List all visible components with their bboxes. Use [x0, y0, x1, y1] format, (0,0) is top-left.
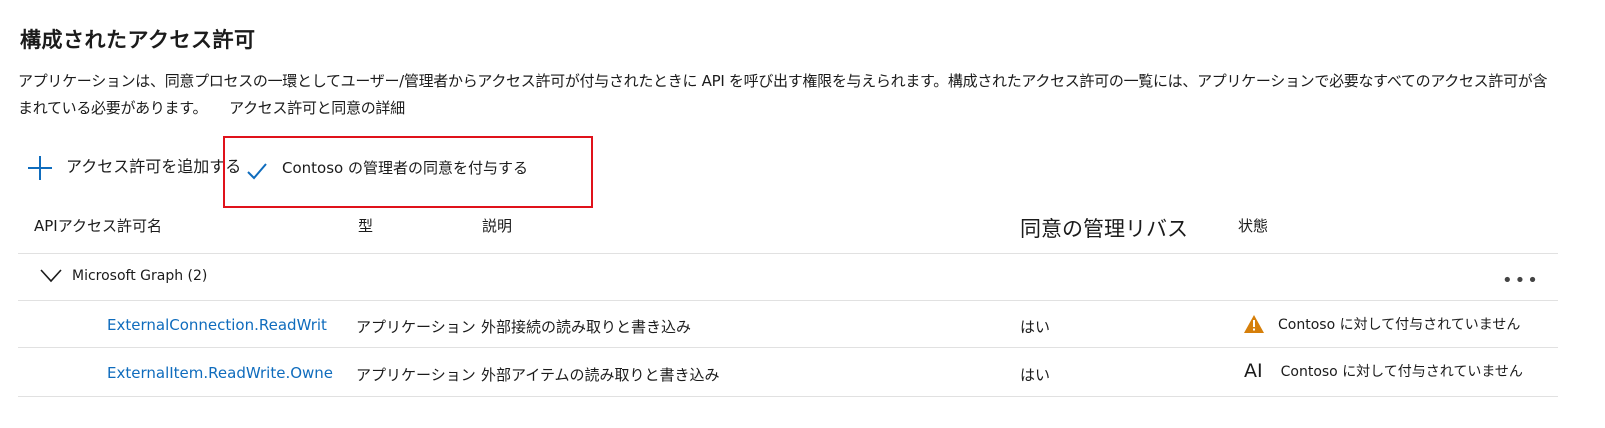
add-permission-button[interactable]: アクセス許可を追加する — [28, 150, 241, 180]
permission-name-link[interactable]: ExternalItem.ReadWrite.Owne — [107, 364, 345, 382]
group-row-microsoft-graph[interactable]: Microsoft Graph (2) — [40, 268, 207, 284]
permission-description: 外部接続の読み取りと書き込み — [481, 318, 692, 336]
admin-consent-value: はい — [1020, 366, 1051, 384]
more-options-icon[interactable]: ••• — [1502, 270, 1540, 291]
permission-name-link[interactable]: ExternalConnection.ReadWrit — [107, 316, 345, 334]
highlight-box — [223, 136, 593, 208]
header-status[interactable]: 状態 — [1238, 215, 1268, 236]
page-title: 構成されたアクセス許可 — [20, 28, 256, 52]
header-description[interactable]: 説明 — [482, 215, 512, 236]
permission-type: アプリケーション — [356, 366, 476, 384]
status-cell: AI Contoso に対して付与されていません — [1244, 360, 1536, 382]
plus-icon — [28, 156, 52, 180]
divider — [18, 253, 1558, 254]
chevron-down-icon — [40, 269, 62, 283]
divider — [18, 300, 1558, 301]
permission-type: アプリケーション — [356, 318, 476, 336]
divider — [18, 396, 1558, 397]
divider — [18, 347, 1558, 348]
header-admin-consent[interactable]: 同意の管理リバス — [1020, 213, 1188, 243]
ai-icon: AI — [1244, 360, 1263, 382]
add-permission-label: アクセス許可を追加する — [66, 157, 242, 176]
status-text: Contoso に対して付与されていません — [1278, 317, 1521, 333]
admin-consent-value: はい — [1020, 318, 1051, 336]
permission-description: 外部アイテムの読み取りと書き込み — [481, 366, 720, 384]
status-text: Contoso に対して付与されていません — [1280, 364, 1523, 380]
header-type[interactable]: 型 — [358, 215, 373, 236]
page-description: アプリケーションは、同意プロセスの一環としてユーザー/管理者からアクセス許可が付… — [18, 68, 1558, 122]
group-label: Microsoft Graph (2) — [72, 268, 208, 284]
warning-icon — [1244, 315, 1264, 333]
status-cell: Contoso に対して付与されていません — [1244, 314, 1536, 334]
learn-more-link[interactable]: アクセス許可と同意の詳細 — [229, 99, 405, 117]
header-name[interactable]: APIアクセス許可名 — [34, 215, 162, 236]
